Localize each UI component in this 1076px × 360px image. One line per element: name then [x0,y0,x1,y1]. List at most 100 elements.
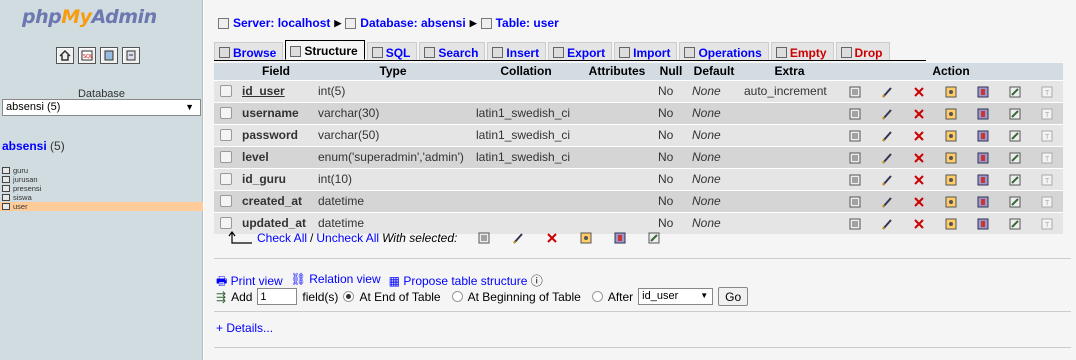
primary-key-icon[interactable] [945,174,957,186]
unique-icon[interactable] [977,152,989,164]
change-icon[interactable] [881,196,893,208]
drop-icon[interactable] [913,86,925,98]
check-all-link[interactable]: Check All [257,231,307,245]
documentation-icon[interactable] [100,47,118,64]
tab-operations[interactable]: Operations [679,42,769,60]
unique-icon[interactable] [977,86,989,98]
tab-insert[interactable]: Insert [487,42,547,60]
details-link[interactable]: + Details... [216,321,273,335]
table-row[interactable]: level enum('superadmin','admin') latin1_sw… [214,145,1063,168]
browse-selected-icon[interactable] [478,232,490,244]
fulltext-icon[interactable]: T [1041,108,1053,120]
drop-icon[interactable] [913,130,925,142]
unique-selected-icon[interactable] [614,232,626,244]
primary-selected-icon[interactable] [580,232,592,244]
breadcrumb-server[interactable]: Server: localhost [233,16,330,30]
primary-key-icon[interactable] [945,218,957,230]
row-checkbox[interactable] [220,129,232,141]
unique-icon[interactable] [977,218,989,230]
table-item-user[interactable]: user [0,202,203,211]
change-icon[interactable] [881,86,893,98]
after-radio[interactable] [591,291,603,302]
index-icon[interactable] [1009,196,1021,208]
primary-key-icon[interactable] [945,108,957,120]
tab-structure[interactable]: Structure [285,40,365,60]
unique-icon[interactable] [977,196,989,208]
table-item-presensi[interactable]: presensi [0,184,203,193]
tab-import[interactable]: Import [614,42,678,60]
row-checkbox[interactable] [220,195,232,207]
row-checkbox[interactable] [220,151,232,163]
browse-icon[interactable] [849,174,861,186]
fulltext-icon[interactable]: T [1041,152,1053,164]
table-row[interactable]: id_guru int(10) No None T [214,167,1063,190]
unique-icon[interactable] [977,130,989,142]
change-icon[interactable] [881,130,893,142]
tab-export[interactable]: Export [548,42,613,60]
primary-key-icon[interactable] [945,86,957,98]
table-row[interactable]: created_at datetime No None T [214,189,1063,212]
after-field-select[interactable]: id_user ▼ [638,288,714,305]
row-checkbox[interactable] [220,107,232,119]
change-icon[interactable] [881,108,893,120]
current-database-link[interactable]: absensi (5) [2,139,65,153]
fulltext-icon[interactable]: T [1041,174,1053,186]
tab-empty[interactable]: Empty [770,42,834,60]
index-selected-icon[interactable] [648,232,660,244]
index-icon[interactable] [1009,218,1021,230]
browse-icon[interactable] [849,196,861,208]
reload-navigation-icon[interactable] [122,47,140,64]
index-icon[interactable] [1009,174,1021,186]
home-icon[interactable] [56,47,74,64]
help-icon[interactable]: ⓘ [531,274,543,288]
fulltext-icon[interactable]: T [1041,196,1053,208]
row-checkbox[interactable] [220,173,232,185]
tab-drop[interactable]: Drop [835,42,890,60]
row-checkbox[interactable] [220,85,232,97]
fulltext-icon[interactable]: T [1041,130,1053,142]
index-icon[interactable] [1009,130,1021,142]
table-item-guru[interactable]: guru [0,166,203,175]
drop-icon[interactable] [913,108,925,120]
go-button[interactable]: Go [718,287,749,306]
drop-selected-icon[interactable] [546,232,558,244]
index-icon[interactable] [1009,152,1021,164]
table-item-jurusan[interactable]: jurusan [0,175,203,184]
drop-icon[interactable] [913,218,925,230]
browse-icon[interactable] [849,130,861,142]
at-end-radio[interactable] [343,291,355,302]
at-beginning-radio[interactable] [451,291,463,302]
browse-icon[interactable] [849,86,861,98]
drop-icon[interactable] [913,196,925,208]
breadcrumb-table[interactable]: Table: user [496,16,559,30]
phpmyadmin-logo[interactable]: phpMyAdmin [22,6,157,28]
unique-icon[interactable] [977,108,989,120]
fulltext-icon[interactable]: T [1041,86,1053,98]
drop-icon[interactable] [913,174,925,186]
fulltext-icon[interactable]: T [1041,218,1053,230]
tab-sql[interactable]: SQL [366,42,418,60]
unique-icon[interactable] [977,174,989,186]
drop-icon[interactable] [913,152,925,164]
browse-icon[interactable] [849,218,861,230]
row-checkbox[interactable] [220,217,232,230]
browse-icon[interactable] [849,152,861,164]
primary-key-icon[interactable] [945,130,957,142]
sql-query-icon[interactable]: SQL [78,47,96,64]
tab-browse[interactable]: Browse [214,42,284,60]
table-row[interactable]: username varchar(30) latin1_swedish_ci No No… [214,101,1063,124]
primary-key-icon[interactable] [945,196,957,208]
uncheck-all-link[interactable]: Uncheck All [316,231,379,245]
change-icon[interactable] [881,152,893,164]
tab-search[interactable]: Search [419,42,486,60]
change-icon[interactable] [881,218,893,230]
table-item-siswa[interactable]: siswa [0,193,203,202]
change-selected-icon[interactable] [512,232,524,244]
breadcrumb-database[interactable]: Database: absensi [360,16,465,30]
index-icon[interactable] [1009,108,1021,120]
change-icon[interactable] [881,174,893,186]
database-select[interactable]: absensi (5) ▼ [2,99,201,116]
add-field-count-input[interactable] [257,288,298,305]
primary-key-icon[interactable] [945,152,957,164]
table-row[interactable]: id_user int(5) No None auto_increment T [214,79,1063,102]
